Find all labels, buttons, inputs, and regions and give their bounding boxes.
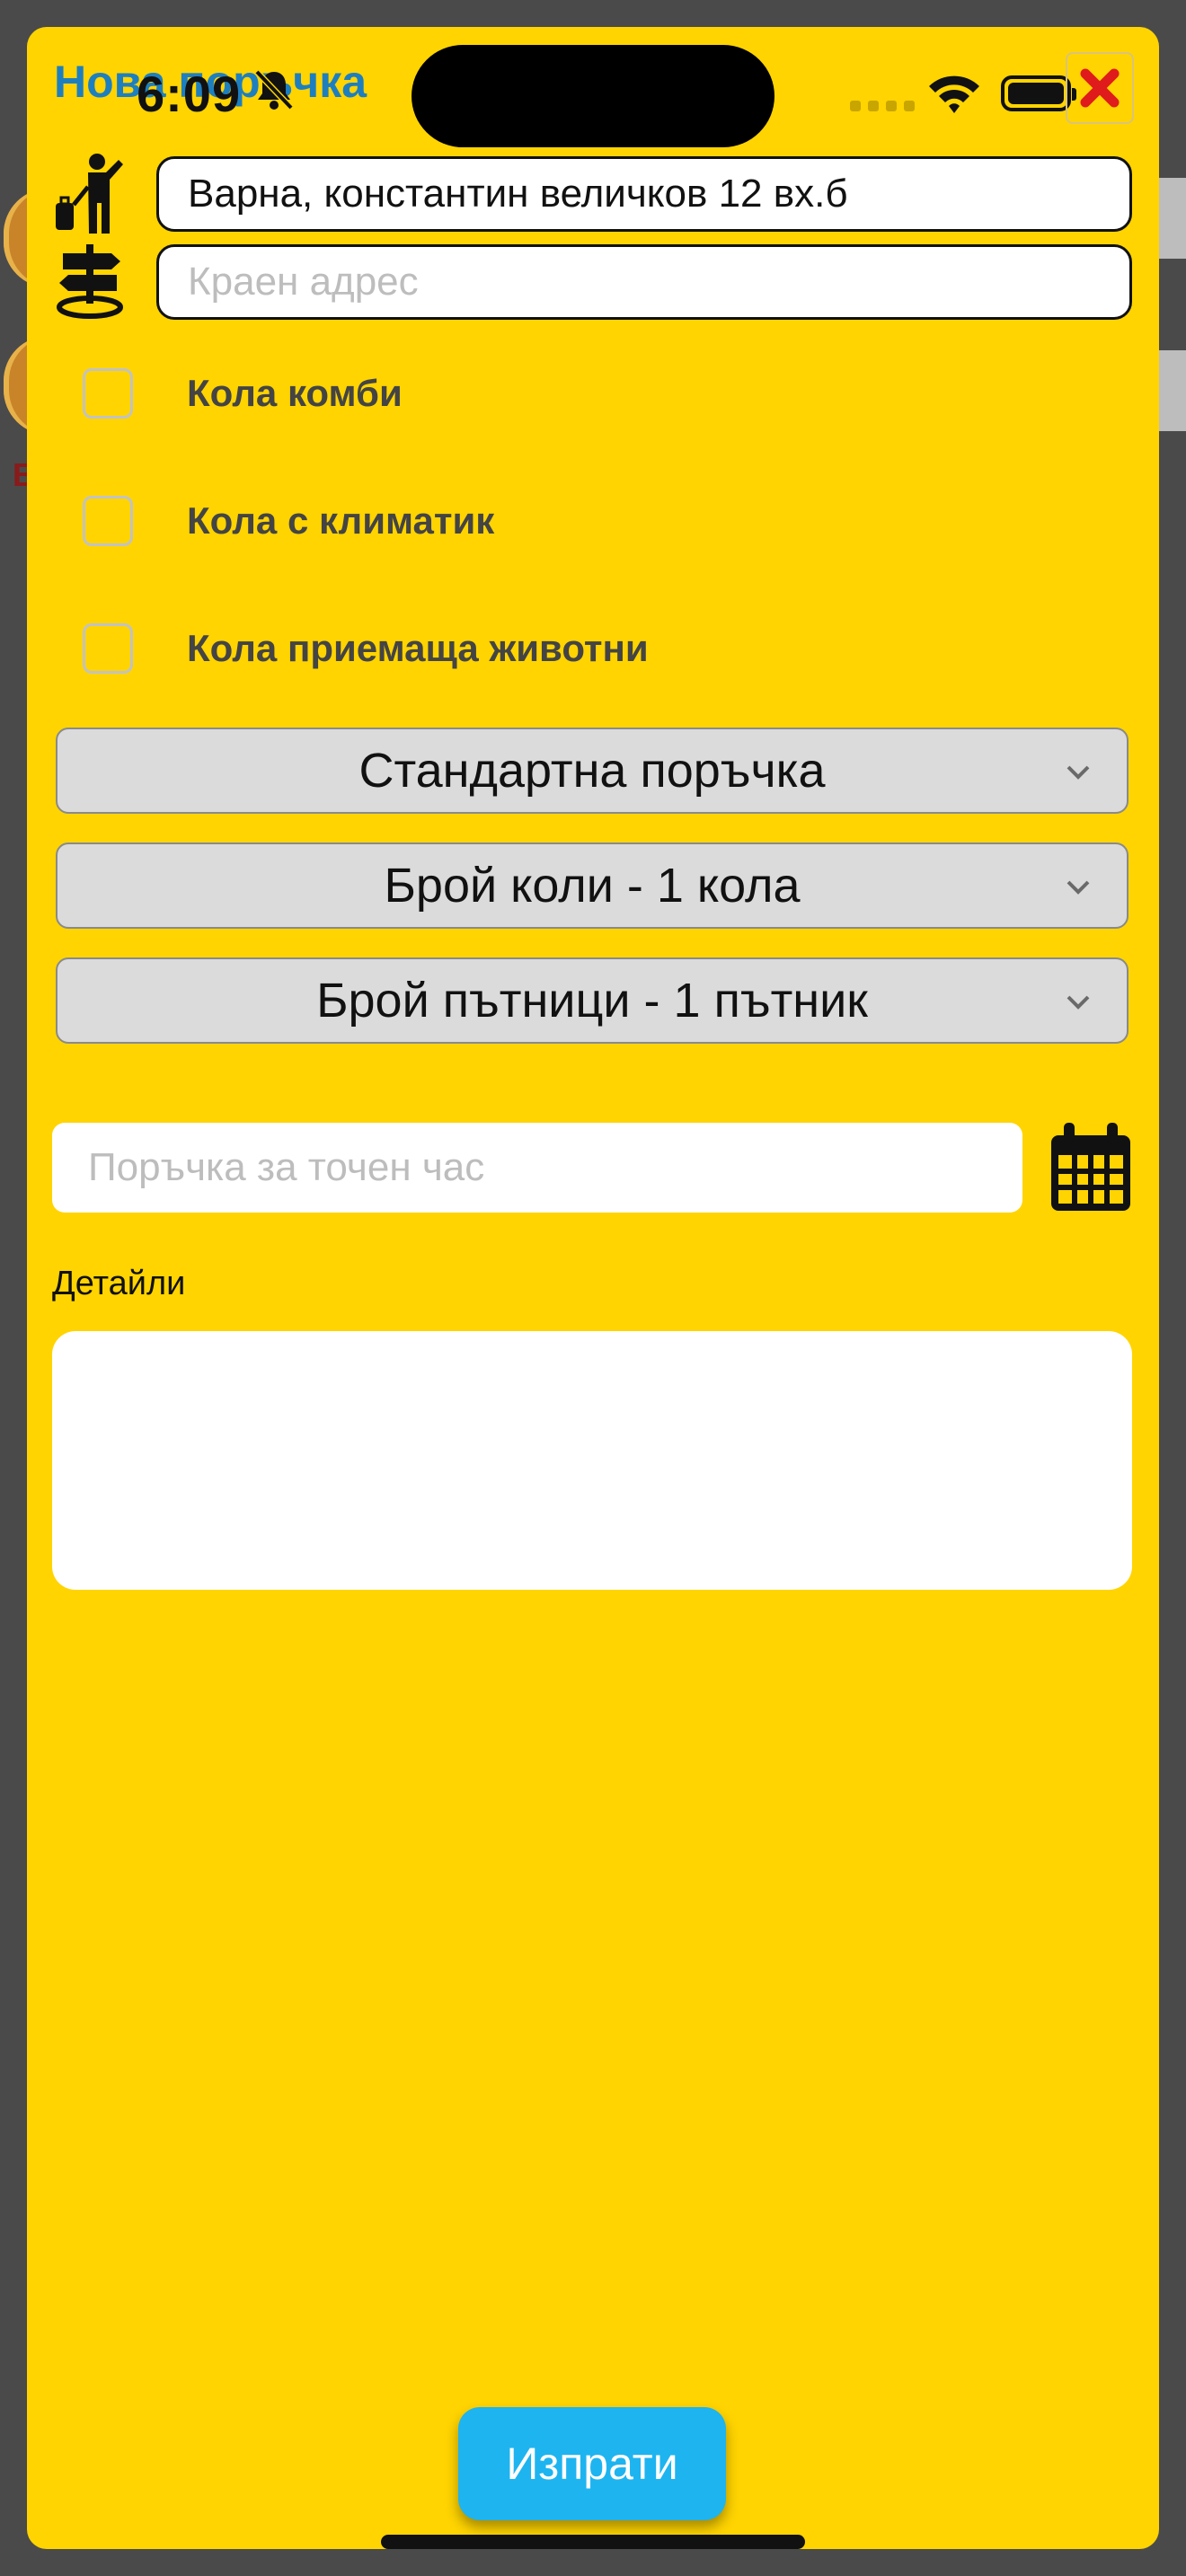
dynamic-island <box>412 45 774 147</box>
select-value: Брой коли - 1 кола <box>384 859 801 913</box>
checkbox[interactable] <box>83 368 133 419</box>
end-address-input[interactable]: Краен адрес <box>156 244 1132 320</box>
signpost-icon <box>57 244 123 319</box>
battery-icon <box>1001 75 1076 111</box>
background-card <box>1155 178 1186 259</box>
cars-count-select[interactable]: Брой коли - 1 кола <box>56 842 1128 929</box>
chevron-down-icon <box>1067 995 1090 1010</box>
scheduled-time-input[interactable]: Поръчка за точен час <box>52 1123 1022 1213</box>
close-icon <box>1080 68 1120 108</box>
start-address-input[interactable]: Варна, константин величков 12 вх.б <box>156 156 1132 232</box>
checkbox[interactable] <box>83 623 133 674</box>
option-label: Кола комби <box>187 372 403 414</box>
calendar-icon[interactable] <box>1048 1121 1134 1214</box>
cellular-icon <box>850 101 915 111</box>
close-button[interactable] <box>1066 52 1134 124</box>
background-card <box>1155 350 1186 431</box>
option-air-conditioning[interactable]: Кола с климатик <box>83 496 494 546</box>
status-time: 6:09 <box>137 66 242 122</box>
details-textarea[interactable] <box>52 1331 1132 1590</box>
option-estate-car[interactable]: Кола комби <box>83 368 403 419</box>
select-value: Стандартна поръчка <box>358 744 826 798</box>
hitchhiker-icon <box>56 154 123 234</box>
option-label: Кола с климатик <box>187 499 495 542</box>
option-pets-allowed[interactable]: Кола приемаща животни <box>83 623 649 674</box>
passengers-count-select[interactable]: Брой пътници - 1 пътник <box>56 957 1128 1044</box>
option-label: Кола приемаща животни <box>187 627 649 669</box>
details-label: Детайли <box>52 1265 186 1302</box>
checkbox[interactable] <box>83 496 133 546</box>
select-value: Брой пътници - 1 пътник <box>316 974 868 1028</box>
bell-slash-icon <box>254 69 294 110</box>
wifi-icon <box>929 75 979 113</box>
home-indicator <box>381 2535 805 2549</box>
chevron-down-icon <box>1067 765 1090 780</box>
order-type-select[interactable]: Стандартна поръчка <box>56 728 1128 814</box>
chevron-down-icon <box>1067 880 1090 895</box>
send-button[interactable]: Изпрати <box>458 2407 726 2520</box>
